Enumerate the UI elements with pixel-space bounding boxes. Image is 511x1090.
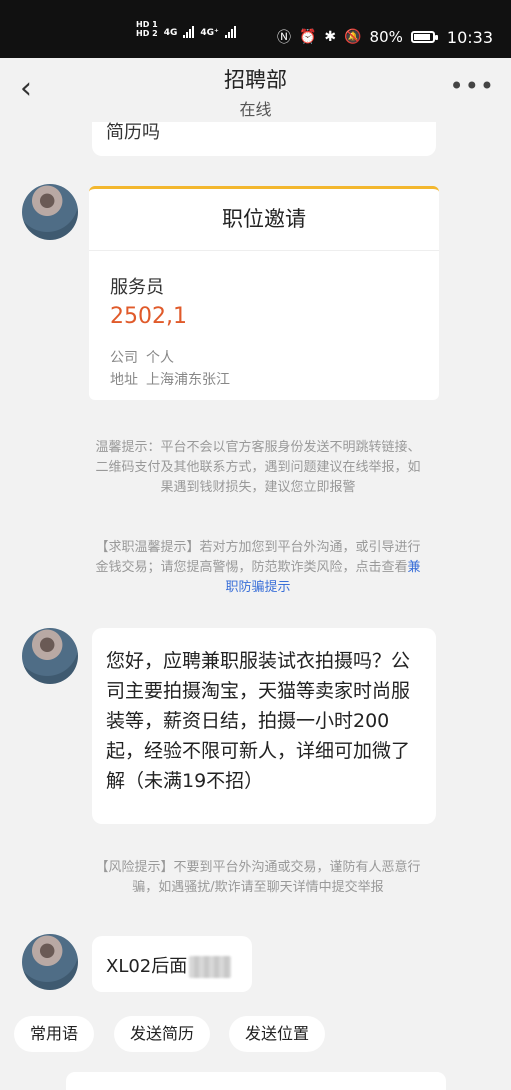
sim2-label: HD 2	[136, 29, 158, 38]
status-bar: HD 1 HD 2 4G 4G⁺ Ⓝ ⏰ ✱ 🔕 80% 10:33	[0, 0, 511, 58]
address-row: 地址 上海浦东张江	[110, 369, 230, 389]
battery-percent: 80%	[369, 28, 403, 46]
network-type-2: 4G⁺	[200, 28, 219, 38]
message-bubble-partial[interactable]: 简历吗	[92, 122, 436, 156]
chat-list[interactable]: 简历吗 职位邀请 服务员 2502,1 公司 个人 地址 上海浦东张江 温馨提示：平…	[0, 122, 511, 1010]
status-right: Ⓝ ⏰ ✱ 🔕 80% 10:33	[277, 27, 493, 47]
job-title: 服务员	[110, 277, 164, 298]
job-invite-card[interactable]: 职位邀请 服务员 2502,1 公司 个人 地址 上海浦东张江	[89, 186, 439, 400]
avatar[interactable]	[22, 184, 78, 240]
card-heading: 职位邀请	[89, 189, 439, 251]
more-icon[interactable]: •••	[450, 72, 495, 100]
message-text: XL02后面	[106, 952, 232, 978]
company-value: 个人	[146, 350, 174, 366]
company-row: 公司 个人	[110, 347, 174, 367]
alarm-icon: ⏰	[298, 29, 317, 45]
send-location-button[interactable]: 发送位置	[229, 1016, 326, 1052]
quick-phrases-button[interactable]: 常用语	[14, 1016, 95, 1052]
address-value: 上海浦东张江	[146, 372, 230, 388]
mute-icon: 🔕	[344, 29, 362, 45]
chat-title: 招聘部	[224, 68, 287, 92]
message-bubble[interactable]: 您好，应聘兼职服装试衣拍摄吗？公司主要拍摄淘宝，天猫等卖家时尚服装等，薪资日结，…	[92, 628, 436, 824]
system-notice-safety: 温馨提示：平台不会以官方客服身份发送不明跳转链接、二维码支付及其他联系方式，遇到…	[95, 440, 421, 495]
company-label: 公司	[110, 350, 138, 366]
blurred-content	[189, 956, 232, 978]
battery-icon	[410, 31, 438, 43]
online-status: 在线	[239, 100, 272, 119]
send-resume-button[interactable]: 发送简历	[114, 1016, 211, 1052]
system-notice-risk: 【风险提示】不要到平台外沟通或交易，谨防有人恶意行骗，如遇骚扰/欺诈请至聊天详情…	[95, 860, 421, 895]
message-bubble[interactable]: XL02后面	[92, 936, 252, 992]
notice-text: 【求职温馨提示】若对方加您到平台外沟通，或引导进行金钱交易；请您提高警惕，防范欺…	[95, 540, 421, 575]
job-salary: 2502,1	[110, 304, 187, 329]
nfc-icon: Ⓝ	[276, 30, 291, 46]
quick-actions-bar: 常用语 发送简历 发送位置	[0, 1010, 511, 1090]
message-input[interactable]	[66, 1072, 446, 1090]
system-notice-job: 【求职温馨提示】若对方加您到平台外沟通，或引导进行金钱交易；请您提高警惕，防范欺…	[92, 538, 424, 598]
address-label: 地址	[110, 372, 138, 388]
signal-indicators: HD 1 HD 2 4G 4G⁺	[136, 20, 236, 38]
avatar[interactable]	[22, 934, 78, 990]
message-text: 简历吗	[106, 122, 160, 143]
signal-bars-1-icon	[183, 26, 195, 38]
avatar[interactable]	[22, 628, 78, 684]
bluetooth-icon: ✱	[324, 29, 337, 45]
chat-header: ‹ 招聘部 在线 •••	[0, 58, 511, 122]
network-type-1: 4G	[163, 28, 178, 38]
clock: 10:33	[446, 27, 493, 47]
signal-bars-2-icon	[224, 26, 236, 38]
message-text: 您好，应聘兼职服装试衣拍摄吗？公司主要拍摄淘宝，天猫等卖家时尚服装等，薪资日结，…	[106, 650, 411, 792]
sim1-label: HD 1	[136, 20, 158, 29]
